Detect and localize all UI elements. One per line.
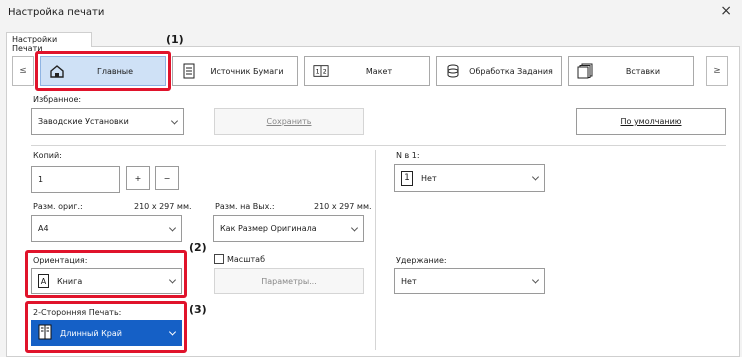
svg-text:1: 1	[316, 69, 320, 76]
chevron-down-icon	[170, 116, 179, 125]
chevron-down-icon	[531, 173, 540, 181]
favorites-select[interactable]: Заводские Установки	[31, 108, 184, 135]
paper-tray-icon	[181, 63, 197, 79]
scale-checkbox-row[interactable]: Масштаб	[214, 254, 265, 264]
output-size-value: Как Размер Оригинала	[220, 224, 317, 233]
job-handling-icon	[445, 63, 461, 79]
scale-checkbox[interactable]	[214, 254, 224, 264]
copies-label: Копий:	[33, 151, 62, 160]
chevron-down-icon	[168, 223, 177, 232]
column-divider	[375, 150, 376, 350]
divider	[31, 145, 726, 146]
output-size-label: Разм. на Вых.:	[215, 202, 275, 211]
highlight-duplex	[25, 301, 187, 353]
inserts-label: Вставки	[625, 66, 661, 76]
highlight-orientation	[25, 250, 187, 298]
callout-3: (3)	[189, 303, 207, 316]
favorites-label: Избранное:	[33, 95, 82, 104]
window-title: Настройка печати	[8, 7, 105, 18]
default-label: По умолчанию	[620, 117, 682, 126]
layout-button[interactable]: 12 Макет	[304, 56, 430, 86]
copies-decrement-button[interactable]: −	[155, 166, 179, 190]
inserts-icon	[577, 63, 593, 79]
output-size-dims: 210 x 297 мм.	[314, 202, 372, 211]
job-handling-label: Обработка Задания	[469, 66, 553, 76]
scale-params-button[interactable]: Параметры...	[214, 268, 364, 294]
highlight-main-button	[35, 51, 171, 91]
job-handling-button[interactable]: Обработка Задания	[436, 56, 562, 86]
callout-1: (1)	[166, 33, 184, 46]
scale-params-label: Параметры...	[261, 276, 317, 286]
layout-icon: 12	[313, 63, 329, 79]
original-size-dims: 210 x 297 мм.	[134, 202, 192, 211]
close-icon[interactable]: ×	[720, 3, 732, 19]
copies-input[interactable]: 1	[31, 166, 120, 193]
original-size-select[interactable]: A4	[31, 215, 182, 242]
output-size-select[interactable]: Как Размер Оригинала	[213, 215, 364, 242]
nup-select[interactable]: 1 Нет	[394, 164, 545, 192]
retention-label: Удержание:	[396, 256, 447, 265]
favorites-value: Заводские Установки	[38, 117, 129, 126]
save-label: Сохранить	[266, 117, 312, 126]
paper-source-label: Источник Бумаги	[210, 66, 284, 76]
chevron-down-icon	[350, 223, 359, 232]
tab-print-settings[interactable]: Настройки Печати	[6, 32, 92, 53]
svg-text:2: 2	[323, 69, 327, 76]
chevron-down-icon	[531, 276, 540, 284]
scale-label: Масштаб	[227, 254, 266, 264]
save-favorites-button[interactable]: Сохранить	[214, 108, 364, 135]
layout-label: Макет	[365, 66, 393, 76]
page-icon: 1	[401, 170, 413, 186]
original-size-label: Разм. ориг.:	[33, 202, 83, 211]
copies-value: 1	[38, 175, 44, 184]
callout-2: (2)	[189, 241, 207, 254]
nup-label: N в 1:	[396, 151, 420, 160]
retention-value: Нет	[401, 276, 417, 286]
original-size-value: A4	[38, 224, 49, 233]
nup-value: Нет	[421, 173, 437, 183]
copies-increment-button[interactable]: +	[126, 166, 150, 190]
retention-select[interactable]: Нет	[394, 268, 545, 294]
paper-source-button[interactable]: Источник Бумаги	[172, 56, 298, 86]
scroll-left-button[interactable]: ≤	[12, 56, 34, 86]
inserts-button[interactable]: Вставки	[568, 56, 694, 86]
scroll-right-button[interactable]: ≥	[706, 56, 728, 86]
default-button[interactable]: По умолчанию	[576, 108, 726, 135]
